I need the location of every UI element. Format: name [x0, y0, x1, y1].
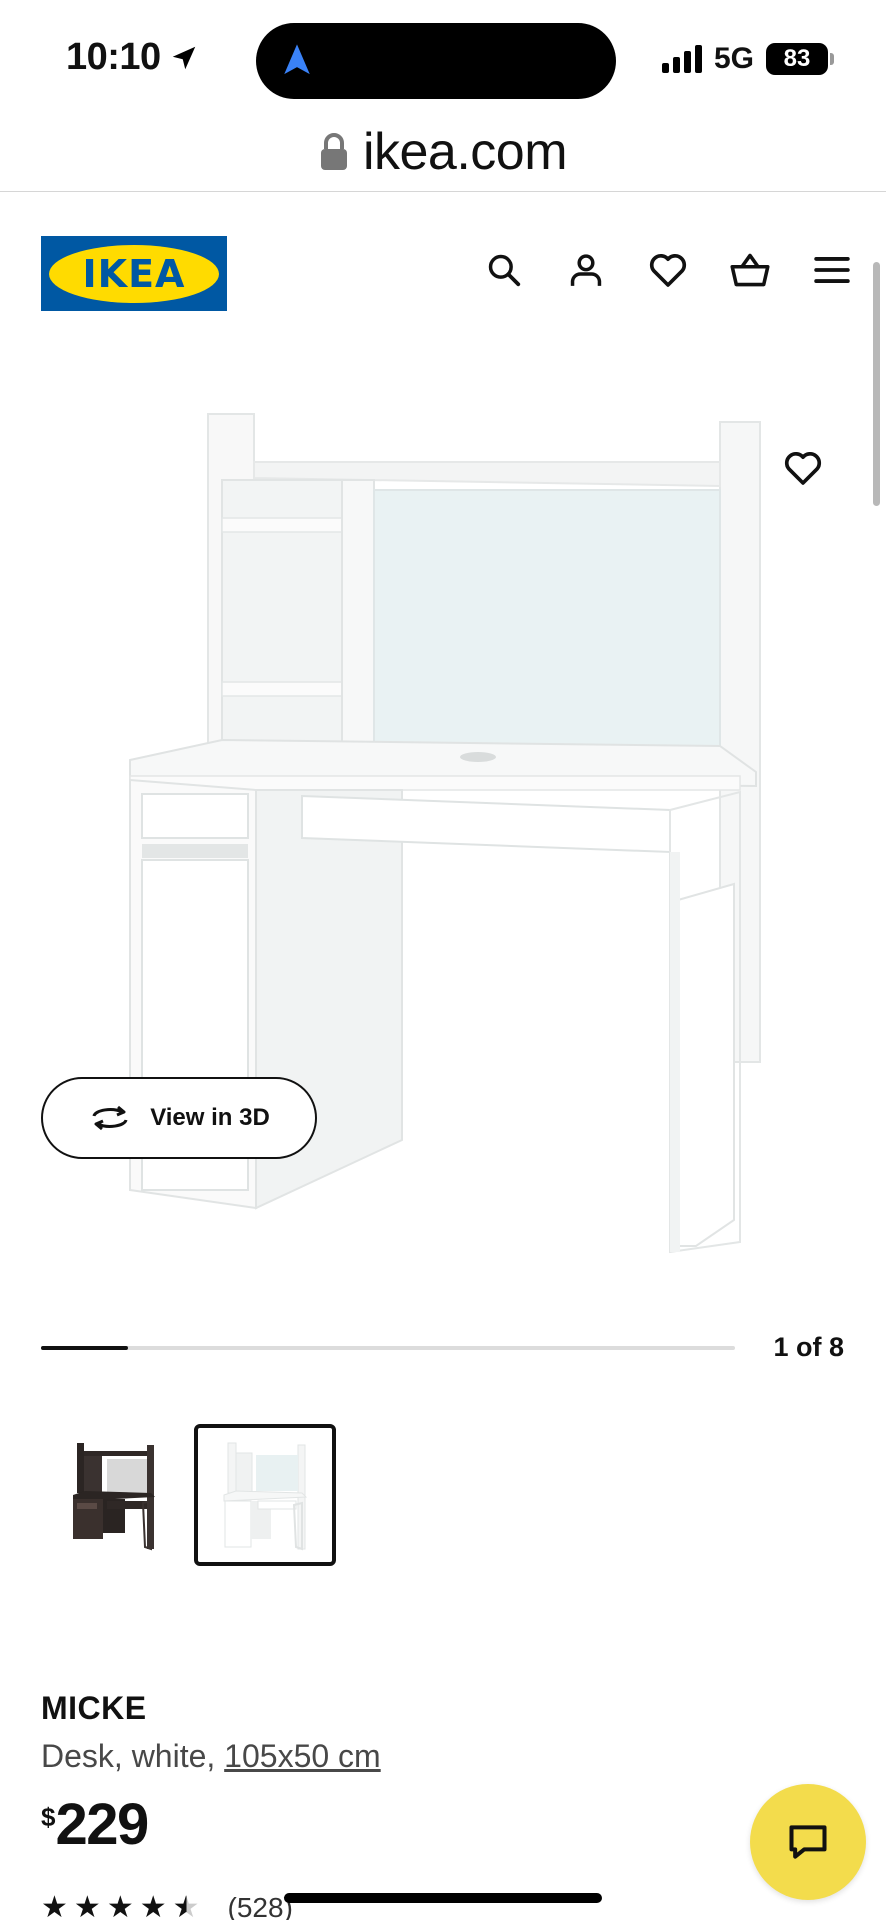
menu-button[interactable]	[810, 248, 854, 292]
search-icon	[488, 254, 521, 287]
address-bar[interactable]: ikea.com	[0, 112, 886, 192]
star-icon: ★	[73, 1891, 101, 1920]
product-rating[interactable]: ★ ★ ★ ★ ★ (528)	[41, 1892, 293, 1920]
thumbnail-brown-desk[interactable]	[43, 1424, 185, 1566]
ikea-logo[interactable]: IKEA	[41, 236, 227, 311]
search-button[interactable]	[482, 248, 526, 292]
product-description: Desk, white, 105x50 cm	[41, 1738, 381, 1775]
status-bar: 10:10 5G 83	[0, 0, 886, 110]
lock-icon	[320, 132, 347, 170]
favourites-button[interactable]	[646, 248, 690, 292]
scroll-indicator[interactable]	[873, 262, 880, 506]
battery-level: 83	[783, 45, 811, 72]
product-type: Desk, white,	[41, 1738, 225, 1774]
chat-button[interactable]	[750, 1784, 866, 1900]
gallery-progress-fill	[41, 1346, 128, 1350]
add-to-favourites-button[interactable]	[777, 442, 829, 494]
product-dimensions-link[interactable]: 105x50 cm	[224, 1738, 381, 1774]
menu-icon	[814, 257, 850, 283]
time-text: 10:10	[66, 36, 161, 78]
heart-icon	[784, 452, 822, 485]
price-currency: $	[41, 1802, 56, 1832]
star-icon: ★	[139, 1891, 167, 1920]
view-in-3d-label: View in 3D	[150, 1104, 270, 1131]
basket-icon	[730, 253, 770, 287]
header-actions	[482, 248, 854, 292]
status-time: 10:10	[66, 36, 199, 79]
dynamic-island	[256, 23, 616, 99]
basket-button[interactable]	[728, 248, 772, 292]
location-arrow-icon	[172, 46, 195, 69]
gallery-progress	[41, 1346, 735, 1350]
thumbnail-image	[73, 1443, 155, 1551]
battery-cap	[830, 53, 834, 65]
view-in-3d-button[interactable]: View in 3D	[41, 1077, 317, 1159]
navigation-arrow-icon	[284, 44, 310, 75]
price-amount: 229	[55, 1792, 149, 1857]
star-icon: ★	[106, 1891, 134, 1920]
home-indicator	[284, 1893, 602, 1903]
url-text: ikea.com	[362, 122, 568, 181]
battery-icon: 83	[766, 43, 828, 75]
account-icon	[570, 254, 602, 286]
status-indicators: 5G 83	[661, 42, 834, 76]
half-star-icon: ★	[173, 1893, 200, 1920]
network-type: 5G	[713, 42, 754, 75]
cellular-signal-icon	[661, 45, 702, 73]
rotate-3d-icon	[92, 1105, 128, 1131]
star-icon: ★	[41, 1891, 68, 1920]
heart-icon	[649, 254, 687, 287]
product-price: $ 229	[41, 1792, 149, 1857]
thumbnail-white-desk[interactable]	[194, 1424, 336, 1566]
gallery-counter: 1 of 8	[773, 1332, 844, 1362]
product-name: MICKE	[41, 1690, 147, 1726]
chat-bubble-icon	[789, 1825, 827, 1859]
thumbnail-image	[223, 1442, 308, 1551]
account-button[interactable]	[564, 248, 608, 292]
logo-text: IKEA	[82, 251, 186, 296]
